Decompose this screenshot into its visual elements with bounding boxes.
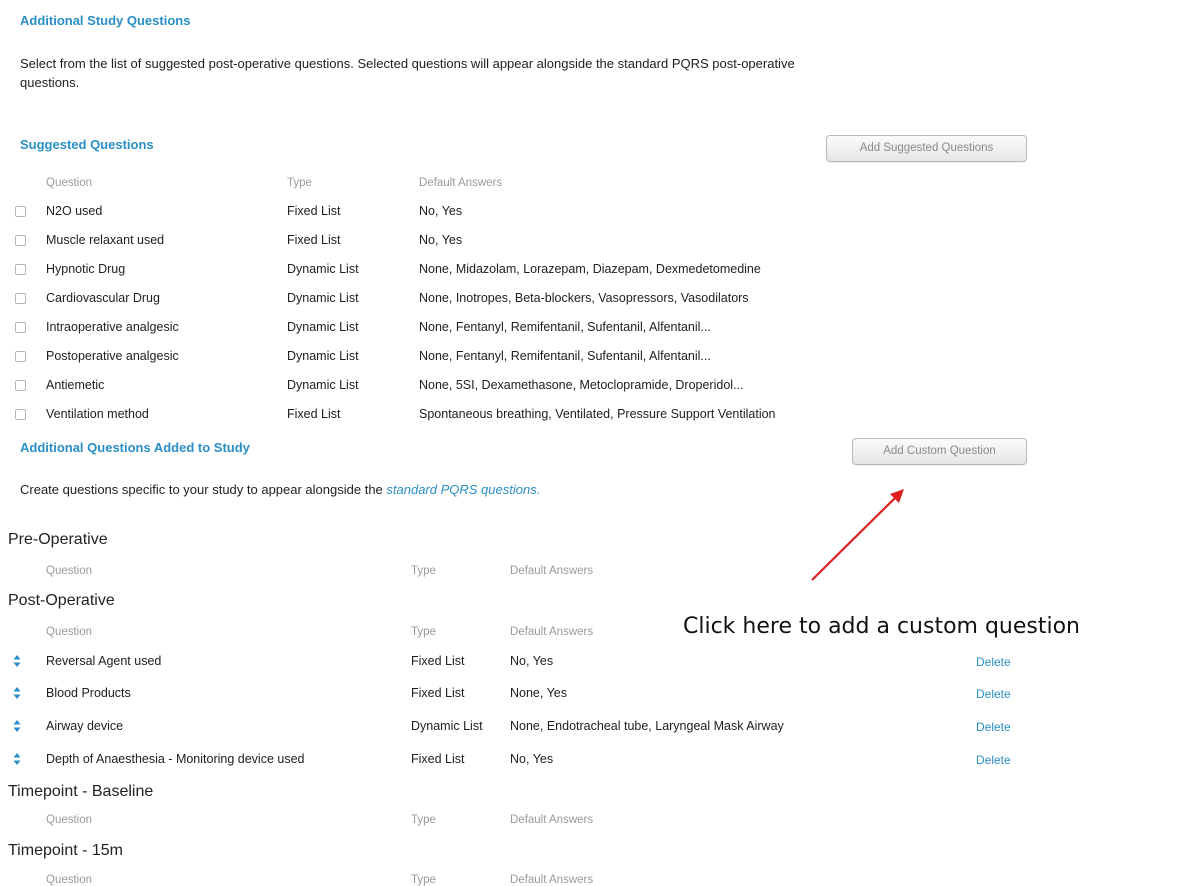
post-op-row-answers: None, Yes <box>510 686 567 700</box>
drag-handle-icon[interactable] <box>12 686 22 700</box>
pre-op-header-answers: Default Answers <box>510 565 594 577</box>
baseline-header-answers: Default Answers <box>510 814 594 826</box>
suggested-questions-title: Suggested Questions <box>20 137 154 152</box>
post-op-row-answers: No, Yes <box>510 654 554 668</box>
post-op-row-type: Fixed List <box>411 752 465 766</box>
group-title-pre-operative: Pre-Operative <box>8 531 108 548</box>
suggested-row-answers: None, Midazolam, Lorazepam, Diazepam, De… <box>419 262 761 276</box>
annotation-arrow-icon <box>811 489 904 581</box>
suggested-row-type: Dynamic List <box>287 349 359 363</box>
post-op-header-type: Type <box>411 626 436 638</box>
suggested-row-question: Postoperative analgesic <box>46 349 179 363</box>
drag-handle-icon[interactable] <box>12 719 22 733</box>
baseline-header-question: Question <box>46 814 93 826</box>
group-title-post-operative: Post-Operative <box>8 592 115 609</box>
suggested-row-type: Dynamic List <box>287 378 359 392</box>
suggested-row-type: Dynamic List <box>287 262 359 276</box>
timepoint-15m-header-answers: Default Answers <box>510 874 594 886</box>
suggested-row-question: N2O used <box>46 204 103 218</box>
suggested-row-checkbox[interactable] <box>15 235 26 246</box>
timepoint-15m-header-question: Question <box>46 874 93 886</box>
suggested-row-question: Intraoperative analgesic <box>46 320 179 334</box>
delete-link[interactable]: Delete <box>976 720 1011 734</box>
baseline-header-type: Type <box>411 814 436 826</box>
suggested-row-checkbox[interactable] <box>15 322 26 333</box>
add-suggested-questions-button[interactable]: Add Suggested Questions <box>826 135 1027 162</box>
suggested-row-checkbox[interactable] <box>15 380 26 391</box>
drag-handle-icon[interactable] <box>12 654 22 668</box>
suggested-row-type: Dynamic List <box>287 320 359 334</box>
post-op-row-type: Dynamic List <box>411 719 483 733</box>
added-questions-title: Additional Questions Added to Study <box>20 440 250 455</box>
suggested-row-checkbox[interactable] <box>15 409 26 420</box>
suggested-row-checkbox[interactable] <box>15 264 26 275</box>
suggested-row-question: Hypnotic Drug <box>46 262 126 276</box>
standard-questions-link[interactable]: standard PQRS questions. <box>386 482 540 497</box>
delete-link[interactable]: Delete <box>976 655 1011 669</box>
post-op-row-question: Airway device <box>46 719 124 733</box>
suggested-header-answers: Default Answers <box>419 177 503 189</box>
post-op-row-question: Blood Products <box>46 686 131 700</box>
post-op-row-answers: None, Endotracheal tube, Laryngeal Mask … <box>510 719 784 733</box>
post-op-row-answers: No, Yes <box>510 752 554 766</box>
delete-link[interactable]: Delete <box>976 753 1011 767</box>
suggested-row-question: Antiemetic <box>46 378 105 392</box>
suggested-header-type: Type <box>287 177 312 189</box>
pre-op-header-question: Question <box>46 565 93 577</box>
add-custom-question-button[interactable]: Add Custom Question <box>852 438 1027 465</box>
pre-op-header-type: Type <box>411 565 436 577</box>
post-op-header-question: Question <box>46 626 93 638</box>
suggested-row-checkbox[interactable] <box>15 351 26 362</box>
post-op-row-type: Fixed List <box>411 654 465 668</box>
suggested-row-answers: No, Yes <box>419 233 463 247</box>
description-line-2: questions. <box>20 75 80 90</box>
drag-handle-icon[interactable] <box>12 752 22 766</box>
annotation-text: Click here to add a custom question <box>683 614 1080 639</box>
suggested-row-type: Dynamic List <box>287 291 359 305</box>
suggested-row-question: Muscle relaxant used <box>46 233 165 247</box>
added-description-text: Create questions specific to your study … <box>20 482 387 497</box>
description-line-1: Select from the list of suggested post-o… <box>20 56 795 71</box>
timepoint-15m-header-type: Type <box>411 874 436 886</box>
added-description: Create questions specific to your study … <box>20 480 540 499</box>
suggested-row-answers: None, Fentanyl, Remifentanil, Sufentanil… <box>419 349 711 363</box>
suggested-row-answers: None, 5SI, Dexamethasone, Metoclopramide… <box>419 378 744 392</box>
group-title-timepoint-baseline: Timepoint - Baseline <box>8 783 154 800</box>
suggested-row-answers: Spontaneous breathing, Ventilated, Press… <box>419 407 776 421</box>
suggested-row-checkbox[interactable] <box>15 206 26 217</box>
suggested-row-question: Ventilation method <box>46 407 149 421</box>
group-title-timepoint-15m: Timepoint - 15m <box>8 842 123 859</box>
suggested-row-type: Fixed List <box>287 204 341 218</box>
delete-link[interactable]: Delete <box>976 687 1011 701</box>
post-op-header-answers: Default Answers <box>510 626 594 638</box>
post-op-row-type: Fixed List <box>411 686 465 700</box>
additional-study-title: Additional Study Questions <box>20 13 191 28</box>
suggested-row-checkbox[interactable] <box>15 293 26 304</box>
post-op-row-question: Depth of Anaesthesia - Monitoring device… <box>46 752 305 766</box>
suggested-row-type: Fixed List <box>287 407 341 421</box>
post-op-row-question: Reversal Agent used <box>46 654 162 668</box>
suggested-row-answers: None, Inotropes, Beta-blockers, Vasopres… <box>419 291 749 305</box>
suggested-row-type: Fixed List <box>287 233 341 247</box>
suggested-header-question: Question <box>46 177 93 189</box>
suggested-row-answers: No, Yes <box>419 204 463 218</box>
suggested-row-question: Cardiovascular Drug <box>46 291 160 305</box>
suggested-row-answers: None, Fentanyl, Remifentanil, Sufentanil… <box>419 320 711 334</box>
additional-study-description: Select from the list of suggested post-o… <box>20 54 1020 92</box>
